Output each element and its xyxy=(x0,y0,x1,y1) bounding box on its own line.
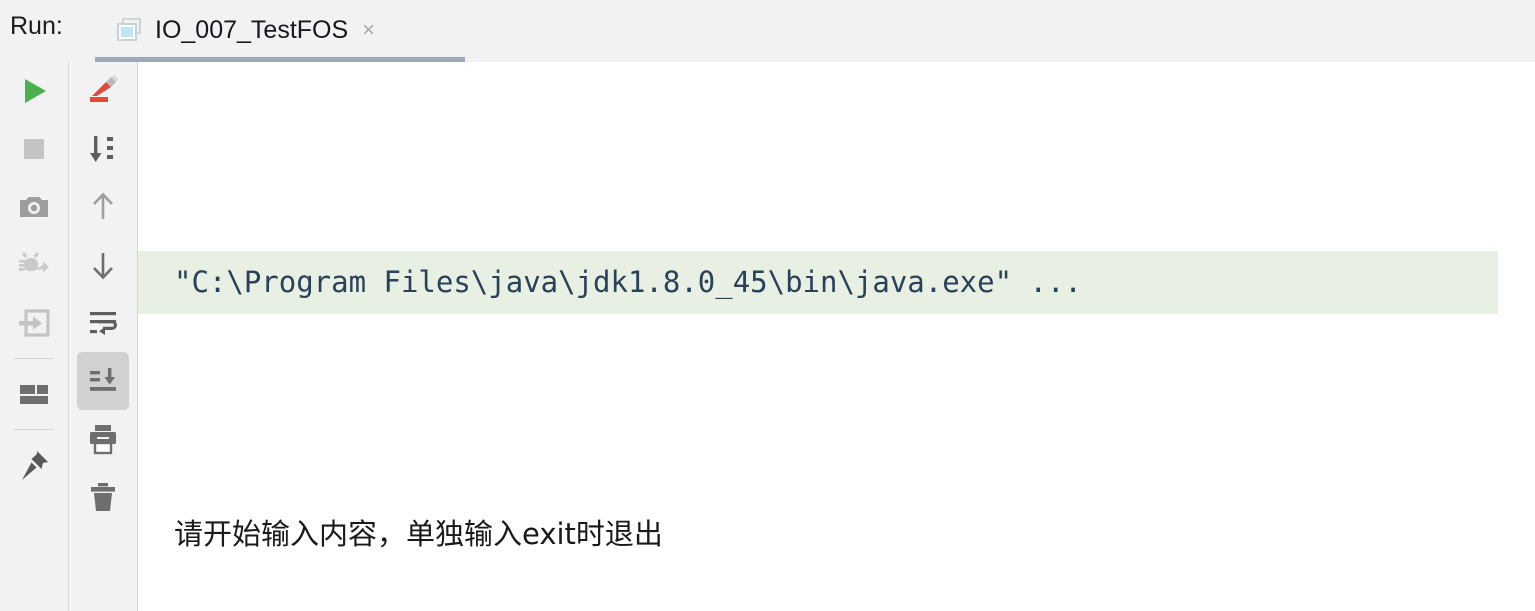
run-actions-toolbar xyxy=(0,62,67,611)
eraser-icon xyxy=(90,75,118,102)
trash-icon xyxy=(91,483,115,511)
printer-icon xyxy=(90,425,116,455)
console-line-command: "C:\Program Files\java\jdk1.8.0_45\bin\j… xyxy=(138,251,1498,314)
run-configuration-icon xyxy=(117,18,143,42)
close-icon[interactable]: × xyxy=(362,19,375,41)
sort-down-icon xyxy=(90,136,113,162)
tab-title: IO_007_TestFOS xyxy=(155,15,349,44)
clear-all-button[interactable] xyxy=(77,62,129,120)
run-label: Run: xyxy=(10,12,63,40)
console-output[interactable]: "C:\Program Files\java\jdk1.8.0_45\bin\j… xyxy=(138,62,1535,611)
layout-button[interactable] xyxy=(8,365,60,423)
run-tool-window: Run: IO_007_TestFOS × "C:\Program Files\… xyxy=(0,0,1535,611)
stop-button[interactable] xyxy=(8,120,60,178)
soft-wrap-button[interactable] xyxy=(77,294,129,352)
play-icon xyxy=(24,79,46,103)
console-actions-toolbar xyxy=(68,62,137,611)
arrow-down-icon xyxy=(93,253,113,280)
rerun-failed-button[interactable] xyxy=(8,236,60,294)
pin-tab-button[interactable] xyxy=(8,436,60,494)
scroll-to-end-button[interactable] xyxy=(77,352,129,410)
camera-icon xyxy=(19,197,48,217)
next-occurrence-button[interactable] xyxy=(77,236,129,294)
toolbar-separator xyxy=(13,429,54,430)
console-panel[interactable]: "C:\Program Files\java\jdk1.8.0_45\bin\j… xyxy=(137,62,1535,611)
delete-button[interactable] xyxy=(77,468,129,526)
scroll-to-end-icon xyxy=(90,368,116,391)
pin-icon xyxy=(21,451,48,480)
import-box-icon xyxy=(18,309,50,337)
restore-layout-button[interactable] xyxy=(8,294,60,352)
run-tool-window-header: Run: IO_007_TestFOS × xyxy=(0,0,1535,62)
arrow-up-icon xyxy=(93,192,113,219)
console-line-prompt: 请开始输入内容，单独输入exit时退出 xyxy=(174,517,663,551)
rerun-button[interactable] xyxy=(8,62,60,120)
bug-rerun-icon xyxy=(18,252,49,273)
sort-button[interactable] xyxy=(77,120,129,178)
screenshot-button[interactable] xyxy=(8,178,60,236)
toolbar-separator xyxy=(13,358,54,359)
layout-panels-icon xyxy=(19,385,48,404)
stop-icon xyxy=(23,139,44,159)
prev-occurrence-button[interactable] xyxy=(77,178,129,236)
print-button[interactable] xyxy=(77,410,129,468)
soft-wrap-icon xyxy=(90,312,117,335)
tab-io-007-testfos[interactable]: IO_007_TestFOS × xyxy=(95,2,465,58)
